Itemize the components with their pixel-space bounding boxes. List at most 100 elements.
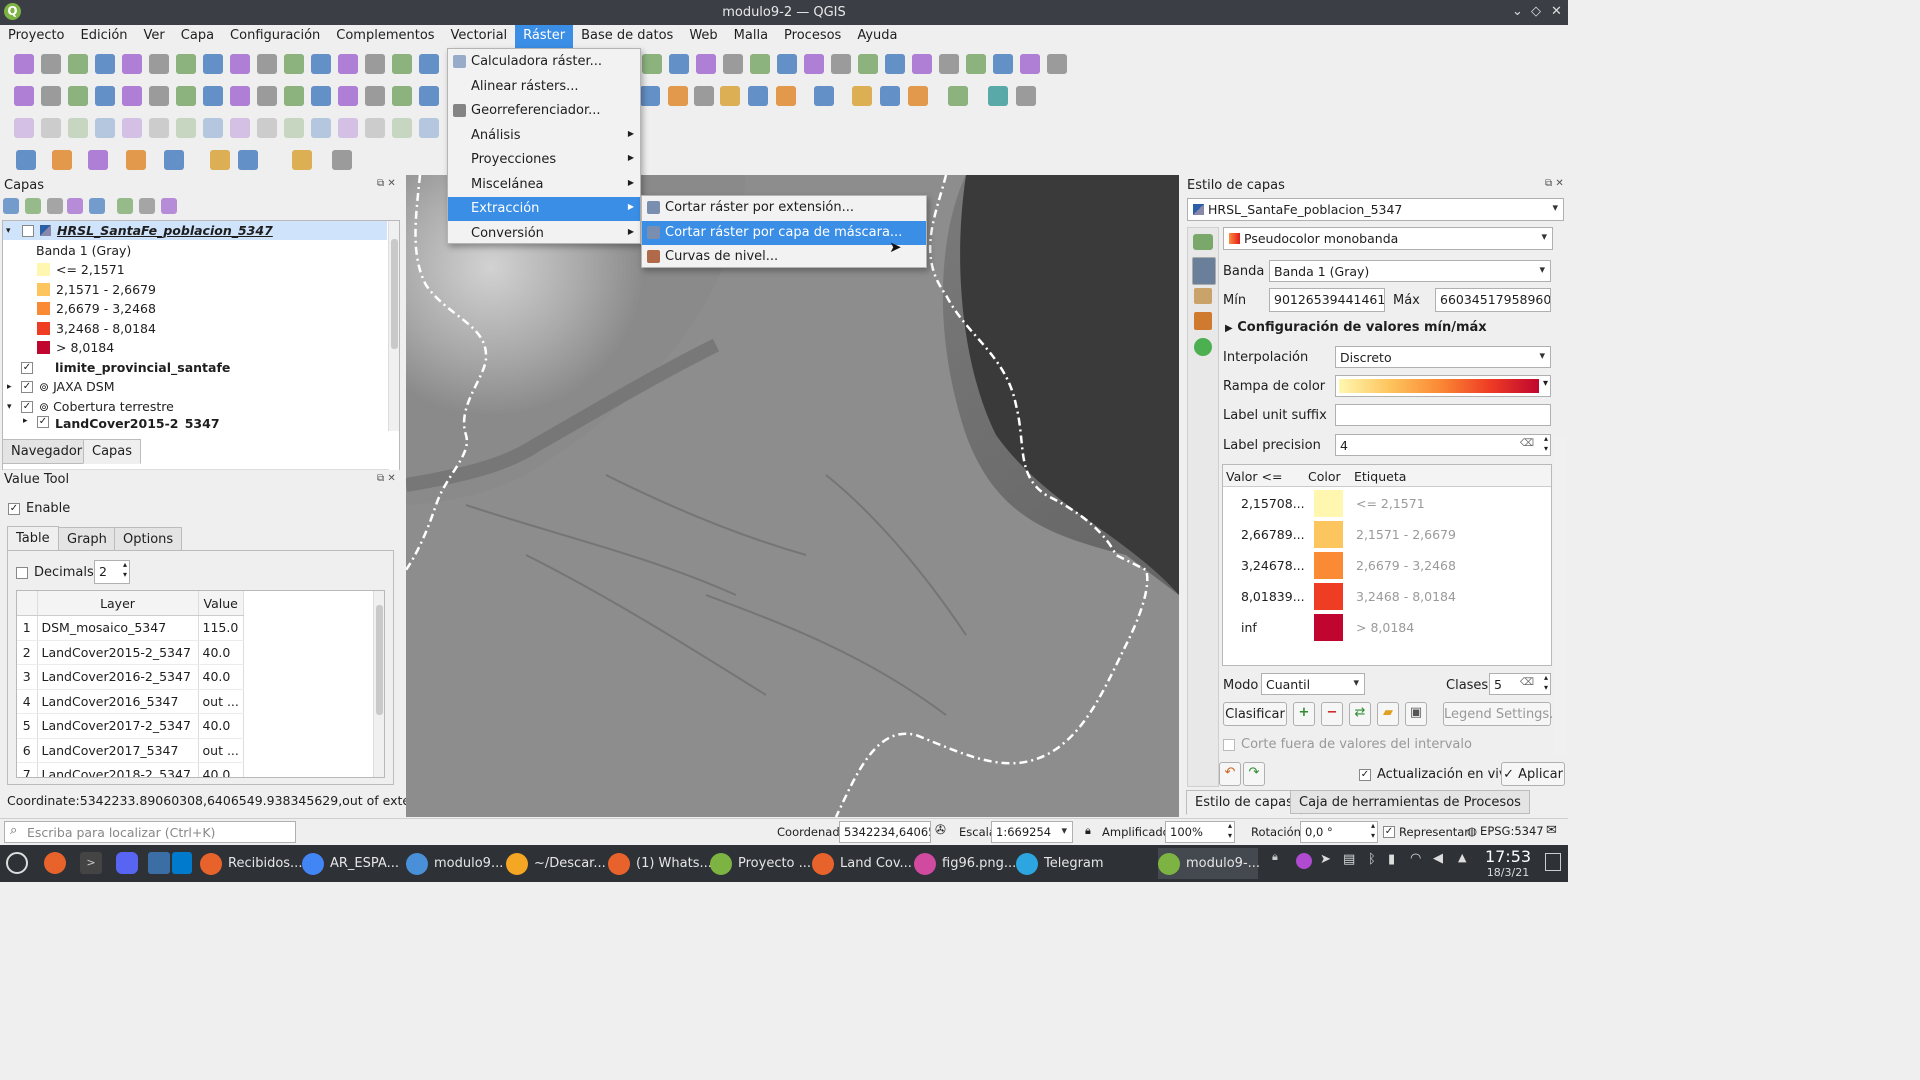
checkbox-box[interactable] [16,566,28,579]
header-valor[interactable]: Valor <= [1226,469,1282,484]
toolbar-tool-icon[interactable] [939,54,959,74]
toolbar-tool-icon[interactable] [640,86,660,106]
layer-checkbox[interactable]: ✓ [21,361,33,374]
toolbar-tool-icon[interactable] [88,150,108,170]
dock-float-close-icon[interactable]: ⧉ ✕ [377,178,396,189]
toolbar-tool-icon[interactable] [122,54,142,74]
menu-raster[interactable]: Ráster [515,25,574,48]
maximize-icon[interactable]: ◇ [1531,4,1541,19]
enable-checkbox[interactable]: ✓ Enable [8,501,70,516]
firefox-launcher-icon[interactable] [44,852,66,874]
layer-checkbox[interactable]: ✓ [21,380,33,393]
toolbar-tool-icon[interactable] [912,54,932,74]
layers-vscrollbar[interactable] [388,221,399,431]
toolbar-tool-icon[interactable] [149,86,169,106]
table-row[interactable]: 7 LandCover2018-2_5347 40.0 [17,762,244,777]
clipboard-tray-icon[interactable]: ▤ [1343,852,1355,867]
menu-ver[interactable]: Ver [136,25,173,48]
menu-procesos[interactable]: Procesos [776,25,849,48]
clip-out-of-range-checkbox[interactable]: Corte fuera de valores del intervalo [1223,737,1472,752]
classify-button[interactable]: Clasificar [1223,702,1287,726]
values-vscrollbar[interactable] [373,591,384,777]
menu-web[interactable]: Web [681,25,725,48]
tab-options[interactable]: Options [114,527,183,551]
tab-estilo-de-capas[interactable]: Estilo de capas [1186,790,1302,815]
magnifier-spinbox[interactable]: 100% ▴ ▾ [1165,821,1235,843]
layers-tool-icon[interactable] [117,198,133,214]
layer-checkbox[interactable]: ✓ [21,400,33,413]
classes-count-spinbox[interactable]: 5 ⌫ ▴ ▾ [1489,673,1551,695]
class-label[interactable]: 2,1571 - 2,6679 [1356,527,1456,542]
toolbar-tool-icon[interactable] [694,86,714,106]
table-row[interactable]: 5 LandCover2017-2_5347 40.0 [17,713,244,739]
clock-time[interactable]: 17:53 [1478,847,1538,866]
chevron-down-icon[interactable]: ▾ [1543,378,1548,389]
tab-table[interactable]: Table [7,526,59,551]
taskbar-task[interactable]: modulo9... [406,848,504,879]
menu-proyecto[interactable]: Proyecto [0,25,73,48]
decimals-spinbox[interactable]: 2 ▴ ▾ [94,560,130,584]
class-color-swatch[interactable] [1314,583,1343,610]
menu-configuracion[interactable]: Configuración [222,25,328,48]
checkbox-box[interactable] [1223,738,1235,751]
terminal-launcher-icon[interactable]: > [80,852,102,874]
toolbar-tool-icon[interactable] [176,54,196,74]
toolbar-tool-icon[interactable] [284,118,304,138]
expand-arrow-icon[interactable]: ▸ [23,416,37,426]
toolbar-tool-icon[interactable] [814,86,834,106]
taskbar-task[interactable]: Recibidos... [200,848,302,879]
renderer-combo[interactable]: Pseudocolor monobanda [1223,227,1553,250]
menu-malla[interactable]: Malla [726,25,776,48]
toolbar-tool-icon[interactable] [365,86,385,106]
band-combo[interactable]: Banda 1 (Gray) [1269,260,1551,282]
class-label[interactable]: > 8,0184 [1356,620,1414,635]
extraction-menu-item[interactable]: Cortar ráster por extensión... [642,196,926,220]
column-header-value[interactable]: Value [198,591,244,616]
taskbar-task[interactable]: fig96.png... [914,848,1016,879]
label-precision-spinbox[interactable]: 4 ⌫ ▴ ▾ [1335,434,1551,456]
layers-tool-icon[interactable] [67,198,83,214]
class-color-swatch[interactable] [1314,552,1343,579]
toolbar-tool-icon[interactable] [257,54,277,74]
toolbar-tool-icon[interactable] [176,118,196,138]
class-value[interactable]: inf [1241,620,1257,635]
taskbar-task[interactable]: ~/Descar... [506,848,606,879]
toolbar-tool-icon[interactable] [392,54,412,74]
messages-icon[interactable]: ✉ [1546,823,1557,838]
toolbar-tool-icon[interactable] [41,54,61,74]
toolbar-tool-icon[interactable] [723,54,743,74]
menu-ayuda[interactable]: Ayuda [849,25,905,48]
checkbox-box[interactable]: ✓ [1383,826,1395,838]
table-row[interactable]: 1 DSM_mosaico_5347 115.0 [17,615,244,641]
crs-button[interactable]: ◍ EPSG:5347 [1467,824,1544,838]
lock-tray-icon[interactable]: 🔒︎ [1272,850,1278,864]
class-color-swatch[interactable] [1314,614,1343,641]
raster-menu-item[interactable]: Calculadora ráster... [448,50,640,74]
clear-icon[interactable]: ⌫ [1520,677,1534,688]
minimize-icon[interactable]: ⌄ [1512,4,1523,19]
class-row[interactable]: 3,24678... 2,6679 - 3,2468 [1223,550,1551,581]
class-value[interactable]: 8,01839... [1241,589,1305,604]
toolbar-tool-icon[interactable] [966,54,986,74]
legend-settings-button[interactable]: Legend Settings... [1443,702,1562,726]
toolbar-tool-icon[interactable] [41,86,61,106]
live-update-checkbox[interactable]: ✓ Actualización en vivo [1359,767,1515,782]
toolbar-tool-icon[interactable] [203,54,223,74]
clock-date[interactable]: 18/3/21 [1478,866,1538,879]
toolbar-tool-icon[interactable] [948,86,968,106]
toolbar-tool-icon[interactable] [210,150,230,170]
bluetooth-tray-icon[interactable]: ᛒ [1368,852,1376,867]
menu-vectorial[interactable]: Vectorial [443,25,516,48]
taskbar-task[interactable]: modulo9-... [1158,848,1260,879]
layers-tool-icon[interactable] [3,198,19,214]
wifi-tray-icon[interactable]: ◠ [1410,851,1421,866]
raster-menu-item[interactable]: Alinear rásters... [448,75,640,99]
menu-capa[interactable]: Capa [173,25,222,48]
toolbar-tool-icon[interactable] [804,54,824,74]
toolbar-tool-icon[interactable] [750,54,770,74]
color-ramp-button[interactable]: ▾ [1335,375,1551,397]
toolbar-tool-icon[interactable] [284,86,304,106]
taskbar-task[interactable]: Proyecto ... [710,848,811,879]
toolbar-tool-icon[interactable] [669,54,689,74]
render-checkbox[interactable]: ✓ Representar [1383,825,1469,839]
